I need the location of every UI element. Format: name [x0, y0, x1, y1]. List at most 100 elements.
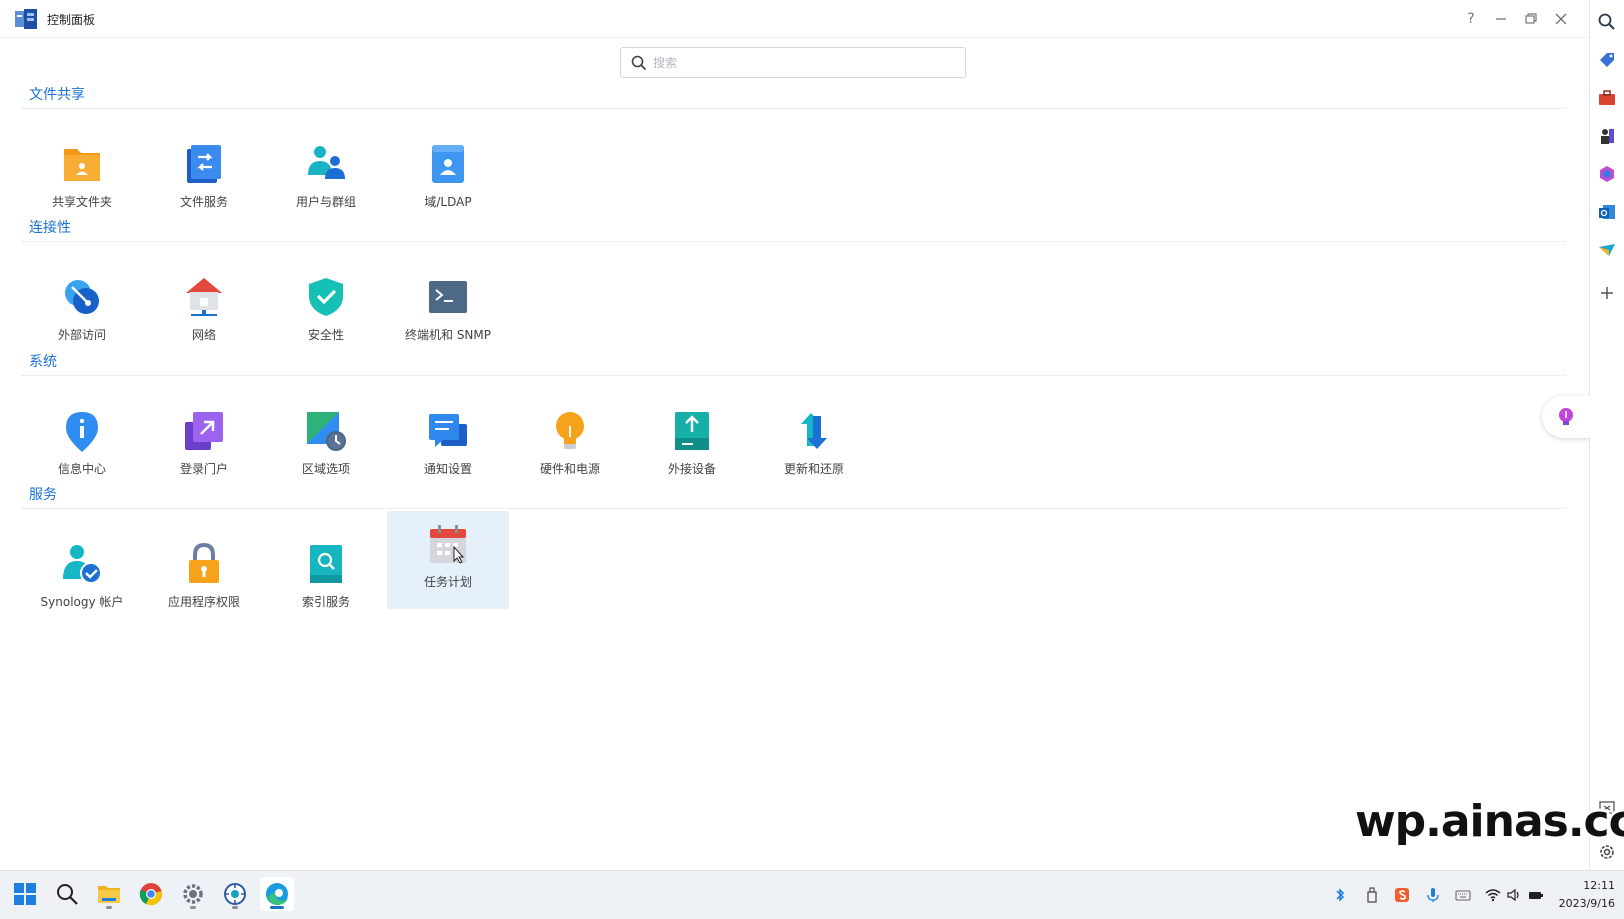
terminal-snmp-item[interactable]: 终端机和 SNMP — [387, 266, 509, 364]
network-item[interactable]: 网络 — [143, 266, 265, 364]
restore-icon[interactable] — [1520, 8, 1542, 30]
start-button[interactable] — [8, 877, 42, 911]
chess-icon[interactable] — [1597, 126, 1617, 146]
login-portal-icon — [185, 412, 223, 450]
lock-icon — [189, 543, 219, 583]
running-indicator — [232, 906, 238, 909]
info-center-label: 信息中心 — [57, 462, 106, 476]
hardware-power-label: 硬件和电源 — [539, 462, 600, 476]
search-icon[interactable] — [1597, 12, 1617, 32]
regional-options-icon — [307, 412, 346, 451]
calendar-icon — [430, 525, 466, 564]
briefcase-icon[interactable] — [1597, 88, 1617, 108]
office-icon[interactable] — [1597, 164, 1617, 184]
shield-icon — [309, 278, 343, 316]
search-box[interactable] — [620, 47, 966, 78]
taskbar-settings[interactable] — [176, 877, 210, 911]
notification-label: 通知设置 — [423, 462, 472, 476]
update-restore-item[interactable]: 更新和还原 — [753, 400, 875, 498]
battery-icon[interactable] — [1528, 887, 1544, 903]
security-label: 安全性 — [307, 328, 344, 342]
indexing-service-item[interactable]: 索引服务 — [265, 533, 387, 631]
usb-drive-icon[interactable] — [1364, 887, 1380, 903]
taskbar-search-button[interactable] — [50, 877, 84, 911]
synology-account-icon — [63, 545, 102, 584]
taskbar-edge[interactable] — [260, 877, 294, 911]
folder-icon — [98, 886, 120, 903]
taskbar-chrome[interactable] — [134, 877, 168, 911]
help-icon[interactable]: ? — [1460, 8, 1482, 30]
windows-logo-icon — [14, 883, 36, 905]
section-divider — [22, 375, 1566, 376]
clock-time[interactable]: 12:11 — [1575, 879, 1615, 892]
microphone-icon[interactable] — [1425, 887, 1441, 903]
watermark-text: wp.ainas.cc — [1355, 796, 1624, 847]
section-divider — [22, 108, 1566, 109]
shared-folder-label: 共享文件夹 — [51, 195, 112, 209]
search-icon — [631, 55, 647, 71]
user-group-item[interactable]: 用户与群组 — [265, 133, 387, 231]
volume-icon[interactable] — [1506, 887, 1522, 903]
file-services-label: 文件服务 — [179, 195, 228, 209]
taskbar-synology-assistant[interactable] — [218, 877, 252, 911]
section-divider — [22, 508, 1566, 509]
tag-icon[interactable] — [1597, 50, 1617, 70]
gear-icon — [183, 884, 203, 904]
add-icon[interactable] — [1597, 283, 1617, 303]
external-devices-label: 外接设备 — [667, 462, 716, 476]
bluetooth-icon[interactable] — [1332, 887, 1348, 903]
running-indicator — [106, 906, 112, 909]
task-scheduler-item[interactable]: 任务计划 — [387, 511, 509, 609]
notification-item[interactable]: 通知设置 — [387, 400, 509, 498]
keyboard-icon[interactable] — [1455, 887, 1471, 903]
running-indicator — [190, 906, 196, 909]
shared-folder-icon — [64, 149, 100, 181]
user-group-icon — [308, 146, 345, 179]
section-divider — [22, 241, 1566, 242]
file-services-icon — [187, 145, 221, 183]
section-title-services: 服务 — [29, 487, 57, 503]
section-title-file-sharing: 文件共享 — [29, 87, 85, 103]
login-portal-label: 登录门户 — [179, 462, 228, 476]
login-portal-item[interactable]: 登录门户 — [143, 400, 265, 498]
section-title-connectivity: 连接性 — [29, 220, 71, 236]
control-panel-app-icon — [15, 9, 37, 29]
domain-ldap-icon — [432, 145, 464, 183]
chrome-icon — [139, 883, 162, 906]
sogou-input-icon[interactable] — [1394, 887, 1410, 903]
file-services-item[interactable]: 文件服务 — [143, 133, 265, 231]
domain-ldap-label: 域/LDAP — [424, 195, 472, 209]
taskbar-file-explorer[interactable] — [92, 877, 126, 911]
app-privileges-item[interactable]: 应用程序权限 — [143, 533, 265, 631]
edge-icon — [266, 883, 288, 905]
assistant-float-button[interactable] — [1542, 396, 1590, 438]
external-access-item[interactable]: 外部访问 — [21, 266, 143, 364]
network-icon — [186, 278, 222, 316]
hardware-power-item[interactable]: 硬件和电源 — [509, 400, 631, 498]
outlook-icon[interactable] — [1597, 202, 1617, 222]
search-input[interactable] — [653, 52, 953, 74]
taskbar: 12:11 2023/9/16 — [0, 870, 1624, 919]
external-access-label: 外部访问 — [57, 328, 106, 342]
external-access-icon — [65, 280, 99, 314]
send-icon[interactable] — [1597, 240, 1617, 260]
notification-icon — [429, 414, 467, 447]
lightbulb-icon — [556, 412, 584, 449]
section-title-system: 系统 — [29, 354, 57, 370]
close-icon[interactable] — [1550, 8, 1572, 30]
domain-ldap-item[interactable]: 域/LDAP — [387, 133, 509, 231]
external-devices-item[interactable]: 外接设备 — [631, 400, 753, 498]
running-indicator — [270, 906, 284, 909]
wifi-icon[interactable] — [1485, 887, 1501, 903]
security-item[interactable]: 安全性 — [265, 266, 387, 364]
regional-options-item[interactable]: 区域选项 — [265, 400, 387, 498]
synology-account-label: Synology 帐户 — [40, 595, 124, 609]
minimize-icon[interactable] — [1490, 8, 1512, 30]
synology-account-item[interactable]: Synology 帐户 — [21, 533, 143, 631]
update-restore-icon — [801, 413, 827, 449]
clock-date[interactable]: 2023/9/16 — [1555, 897, 1615, 910]
title-bar: 控制面板 ? — [0, 0, 1590, 38]
control-panel-window: 控制面板 ? 文件共享 共享文件夹 — [0, 0, 1590, 870]
browser-side-rail — [1590, 0, 1624, 870]
user-group-label: 用户与群组 — [295, 195, 356, 209]
